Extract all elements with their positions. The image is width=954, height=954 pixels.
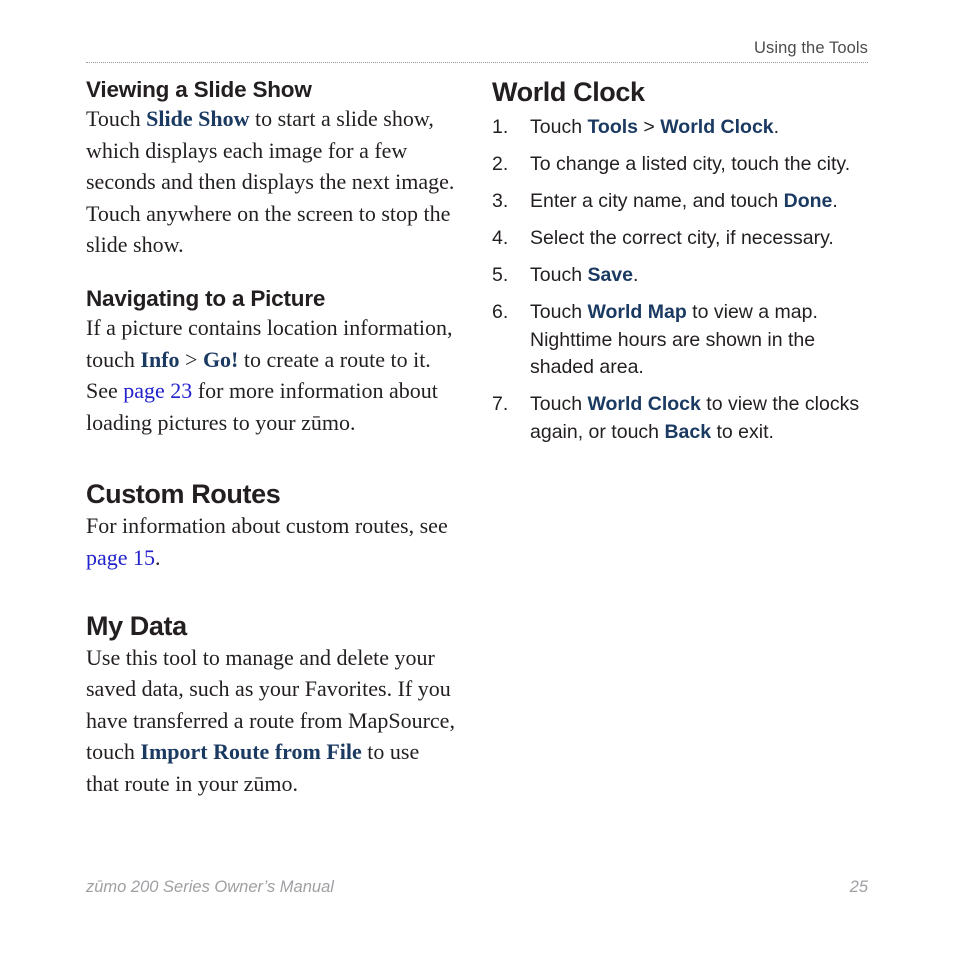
text-run: > [638,116,661,138]
cross-reference-page-23[interactable]: page 23 [123,378,192,403]
text-run: . [633,264,639,286]
ui-label-slide-show: Slide Show [146,106,250,131]
paragraph-navigating-to-a-picture: If a picture contains location informati… [86,312,456,438]
footer-page-number: 25 [849,878,868,896]
world-clock-step-list: 1. Touch Tools > World Clock. 2. To change … [492,114,862,446]
step-text: Touch Tools > World Clock. [530,116,779,138]
ui-label: World Clock [587,393,701,415]
right-column: World Clock 1. Touch Tools > World Clock.… [492,76,862,456]
step-number: 6. [492,301,509,323]
ui-label-go: Go! [202,346,239,372]
section-navigating-to-a-picture: Navigating to a Picture If a picture con… [86,285,456,438]
footer-manual-title: zūmo 200 Series Owner’s Manual [86,878,334,896]
step-text: Enter a city name, and touch Done. [530,190,838,212]
step-text: Touch World Clock to view the clocks aga… [530,393,859,443]
text-run: Touch [530,393,588,415]
step-text: Touch Save. [530,264,638,286]
text-run: to exit. [711,420,774,443]
left-column: Viewing a Slide Show Touch Slide Show to… [86,76,456,800]
text-run: Enter a city name, and touch [530,190,784,212]
step-number: 1. [492,116,509,138]
ui-label-info: Info [140,346,180,372]
text-run: Touch [530,116,588,138]
text-run: Touch [86,106,147,131]
heading-viewing-a-slide-show: Viewing a Slide Show [86,77,312,102]
text-run: To change a listed city, touch the city. [530,153,851,175]
step-number: 7. [492,393,509,415]
content-columns: Viewing a Slide Show Touch Slide Show to… [86,76,868,846]
ui-label-import-route-from-file: Import Route from File [140,739,362,765]
step-text: Select the correct city, if necessary. [530,227,834,249]
section-world-clock: World Clock 1. Touch Tools > World Clock.… [492,76,862,446]
menu-separator: > [179,346,203,372]
step-number: 5. [492,264,509,286]
section-my-data: My Data Use this tool to manage and dele… [86,610,456,800]
text-run: Select the correct city, if necessary. [530,227,834,249]
step-number: 2. [492,153,509,175]
ui-label: World Clock [660,116,774,138]
text-run: Touch [530,264,588,286]
text-run: . [155,544,161,570]
heading-navigating-to-a-picture: Navigating to a Picture [86,285,326,311]
page-footer: zūmo 200 Series Owner’s Manual 25 [86,876,868,900]
text-run: . [773,116,780,138]
ui-label: Back [664,420,712,443]
cross-reference-page-15[interactable]: page 15 [86,545,155,570]
step-text: To change a listed city, touch the city. [530,153,850,175]
world-clock-step: 5. Touch Save. [492,262,862,290]
text-run: . [832,190,838,212]
step-number: 4. [492,227,509,249]
paragraph-my-data: Use this tool to manage and delete your … [86,642,456,800]
text-run: For information about custom routes, see [86,513,448,539]
text-run: Touch [530,301,588,323]
page-header: Using the Tools [86,38,868,66]
world-clock-step: 2. To change a listed city, touch the cit… [492,151,862,179]
ui-label: Save [587,264,633,286]
world-clock-step: 4. Select the correct city, if necessary. [492,225,862,253]
running-header-title: Using the Tools [753,39,868,57]
ui-label: Done [783,190,833,212]
world-clock-step: 1. Touch Tools > World Clock. [492,114,862,142]
paragraph-custom-routes: For information about custom routes, see… [86,510,456,573]
ui-label: World Map [587,301,687,323]
step-number: 3. [492,190,509,212]
heading-custom-routes: Custom Routes [86,479,281,510]
section-custom-routes: Custom Routes For information about cust… [86,478,456,573]
section-viewing-a-slide-show: Viewing a Slide Show Touch Slide Show to… [86,76,456,261]
world-clock-step: 7. Touch World Clock to view the clocks a… [492,391,862,446]
world-clock-step: 6. Touch World Map to view a map. Nightti… [492,299,862,382]
header-divider [86,62,868,64]
heading-my-data: My Data [86,610,187,641]
world-clock-step: 3. Enter a city name, and touch Done. [492,188,862,216]
step-text: Touch World Map to view a map. Nighttime… [530,301,818,378]
manual-page: Using the Tools Viewing a Slide Show Tou… [0,0,954,954]
paragraph-viewing-a-slide-show: Touch Slide Show to start a slide show, … [86,103,456,261]
ui-label: Tools [587,116,639,138]
heading-world-clock: World Clock [492,77,645,107]
